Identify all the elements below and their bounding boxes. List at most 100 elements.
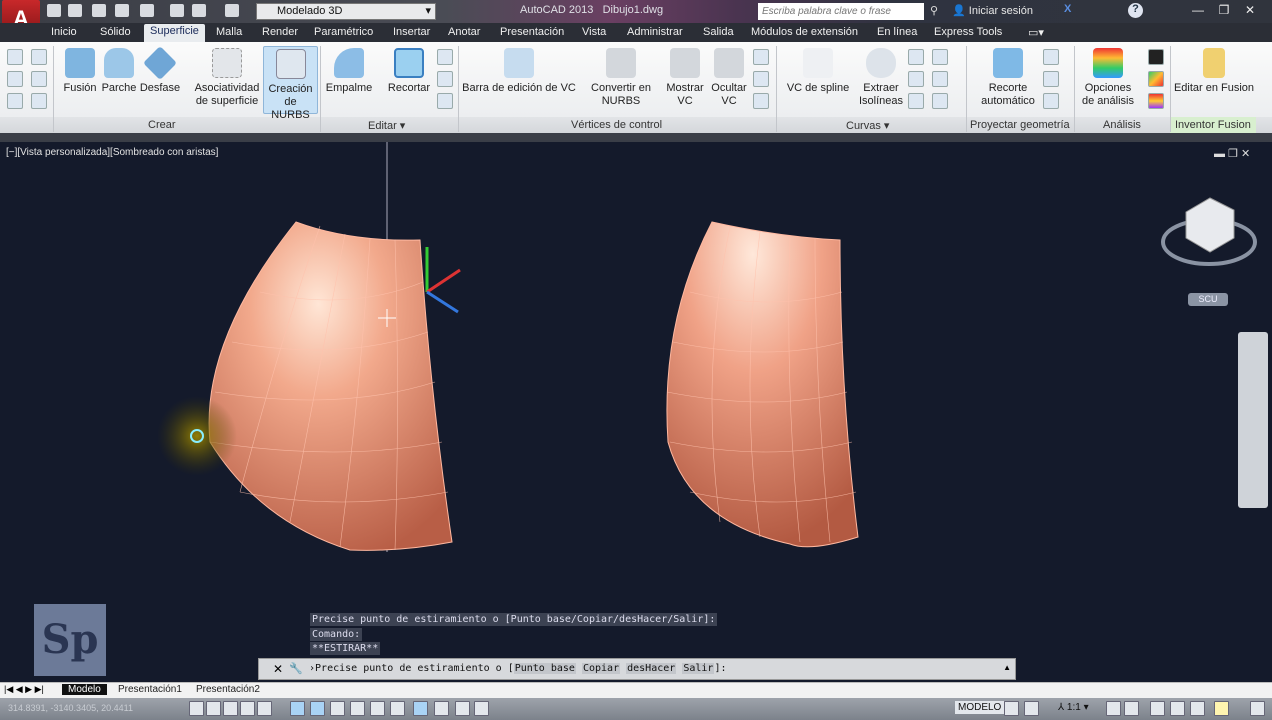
- command-line[interactable]: ✕ 🔧 ›Precise punto de estiramiento o [Pu…: [258, 658, 1016, 680]
- extend-icon[interactable]: [437, 71, 453, 87]
- layout-nav-icons[interactable]: |◀ ◀ ▶ ▶|: [4, 684, 44, 695]
- open-icon[interactable]: [68, 4, 82, 17]
- network-icon[interactable]: [31, 49, 47, 65]
- coordinates[interactable]: 314.8391, -3140.3405, 20.4411: [8, 703, 133, 713]
- ducs-icon[interactable]: [350, 701, 365, 716]
- quick-view-layouts-icon[interactable]: [1004, 701, 1019, 716]
- save-as-icon[interactable]: [115, 4, 129, 17]
- option-copiar[interactable]: Copiar: [581, 663, 621, 674]
- new-icon[interactable]: [47, 4, 61, 17]
- annotation-visibility-icon[interactable]: [1106, 701, 1121, 716]
- isolate-objects-icon[interactable]: [1214, 701, 1229, 716]
- polar-icon[interactable]: [257, 701, 272, 716]
- polyline-icon[interactable]: [908, 71, 924, 87]
- panel-curvas[interactable]: Curvas ▾: [846, 119, 889, 132]
- draft-icon[interactable]: [1148, 93, 1164, 109]
- transparency-icon[interactable]: [413, 701, 428, 716]
- opciones-analisis-button[interactable]: Opciones de análisis: [1078, 46, 1138, 108]
- zebra-icon[interactable]: [1148, 49, 1164, 65]
- tab-presentacion1[interactable]: Presentación1: [112, 684, 188, 695]
- restore-button[interactable]: ❐: [1212, 1, 1236, 19]
- close-button[interactable]: ✕: [1238, 1, 1262, 19]
- curvature-icon[interactable]: [1148, 71, 1164, 87]
- revolve-icon[interactable]: [7, 93, 23, 109]
- empalme-button[interactable]: Empalme: [324, 46, 374, 95]
- am-icon[interactable]: [474, 701, 489, 716]
- auto-scale-icon[interactable]: [1124, 701, 1139, 716]
- arc-icon[interactable]: [932, 71, 948, 87]
- lwt-icon[interactable]: [390, 701, 405, 716]
- tab-malla[interactable]: Malla: [216, 26, 242, 38]
- loft-icon[interactable]: [31, 71, 47, 87]
- vc-spline-button[interactable]: VC de spline: [782, 46, 854, 95]
- save-icon[interactable]: [92, 4, 106, 17]
- fusion-button[interactable]: Fusión: [60, 46, 100, 95]
- drawing-viewport[interactable]: [−][Vista personalizada][Sombreado con a…: [0, 142, 1272, 682]
- tab-administrar[interactable]: Administrar: [627, 26, 683, 38]
- workspace-switch-icon[interactable]: [1150, 701, 1165, 716]
- parche-button[interactable]: Parche: [100, 46, 138, 95]
- tab-anotar[interactable]: Anotar: [448, 26, 480, 38]
- barra-edicion-vc-button[interactable]: Barra de edición de VC: [462, 46, 576, 95]
- project-vector-icon[interactable]: [1043, 93, 1059, 109]
- circle-icon[interactable]: [932, 93, 948, 109]
- project-view-icon[interactable]: [1043, 71, 1059, 87]
- ribbon-options-icon[interactable]: ▭▾: [1028, 26, 1044, 39]
- add-cv-icon[interactable]: [753, 71, 769, 87]
- quick-view-drawings-icon[interactable]: [1024, 701, 1039, 716]
- close-icon[interactable]: ✕: [273, 662, 283, 676]
- tab-presentacion[interactable]: Presentación: [500, 26, 564, 38]
- grid-icon[interactable]: [223, 701, 238, 716]
- model-space-button[interactable]: MODELO: [955, 701, 1005, 714]
- untrim-icon[interactable]: [437, 49, 453, 65]
- tab-parametrico[interactable]: Paramétrico: [314, 26, 373, 38]
- option-salir[interactable]: Salir: [682, 663, 715, 674]
- qp-icon[interactable]: [434, 701, 449, 716]
- tab-vista[interactable]: Vista: [582, 26, 606, 38]
- redo-icon[interactable]: [225, 4, 239, 17]
- tab-superficie[interactable]: Superficie: [144, 24, 205, 42]
- panel-editar[interactable]: Editar ▾: [368, 119, 405, 132]
- annotation-scale[interactable]: ⅄ 1:1 ▾: [1058, 702, 1089, 713]
- tab-express-tools[interactable]: Express Tools: [934, 26, 1002, 38]
- wrench-icon[interactable]: 🔧: [289, 662, 303, 675]
- undo-icon[interactable]: [192, 4, 206, 17]
- ucs-menu[interactable]: SCU: [1188, 293, 1228, 306]
- tab-salida[interactable]: Salida: [703, 26, 734, 38]
- 3d-osnap-icon[interactable]: [310, 701, 325, 716]
- snap-icon[interactable]: [206, 701, 221, 716]
- binoculars-icon[interactable]: ⚲: [930, 4, 938, 17]
- otrack-icon[interactable]: [330, 701, 345, 716]
- remove-cv-icon[interactable]: [753, 93, 769, 109]
- sweep-icon[interactable]: [31, 93, 47, 109]
- ocultar-vc-button[interactable]: Ocultar VC: [708, 46, 750, 108]
- recortar-button[interactable]: Recortar: [385, 46, 433, 95]
- hardware-acceleration-icon[interactable]: [1190, 701, 1205, 716]
- tab-solido[interactable]: Sólido: [100, 26, 131, 38]
- login-button[interactable]: 👤 Iniciar sesión: [952, 4, 1033, 17]
- editar-fusion-button[interactable]: Editar en Fusion: [1172, 46, 1256, 95]
- dyn-icon[interactable]: [370, 701, 385, 716]
- line-icon[interactable]: [908, 93, 924, 109]
- tab-insertar[interactable]: Insertar: [393, 26, 430, 38]
- minimize-button[interactable]: —: [1186, 1, 1210, 19]
- recorte-automatico-button[interactable]: Recorte automático: [976, 46, 1040, 108]
- clean-screen-icon[interactable]: [1250, 701, 1265, 716]
- extraer-isolineas-button[interactable]: Extraer Isolíneas: [856, 46, 906, 108]
- tab-inicio[interactable]: Inicio: [51, 26, 77, 38]
- workspace-select[interactable]: Modelado 3D ▾: [256, 3, 436, 20]
- option-punto-base[interactable]: Punto base: [513, 663, 576, 674]
- ortho-icon[interactable]: [240, 701, 255, 716]
- osnap-icon[interactable]: [290, 701, 305, 716]
- history-toggle-icon[interactable]: ▲: [1003, 663, 1011, 672]
- creacion-nurbs-button[interactable]: Creación de NURBS: [263, 46, 318, 121]
- rebuild-icon[interactable]: [753, 49, 769, 65]
- asociatividad-button[interactable]: Asociatividad de superficie: [192, 46, 262, 108]
- help-icon[interactable]: ?: [1128, 3, 1143, 18]
- extract-curve-icon[interactable]: [908, 49, 924, 65]
- tab-render[interactable]: Render: [262, 26, 298, 38]
- planar-icon[interactable]: [7, 49, 23, 65]
- exchange-icon[interactable]: X: [1064, 3, 1071, 15]
- infer-constraints-icon[interactable]: [189, 701, 204, 716]
- option-deshacer[interactable]: desHacer: [626, 663, 677, 674]
